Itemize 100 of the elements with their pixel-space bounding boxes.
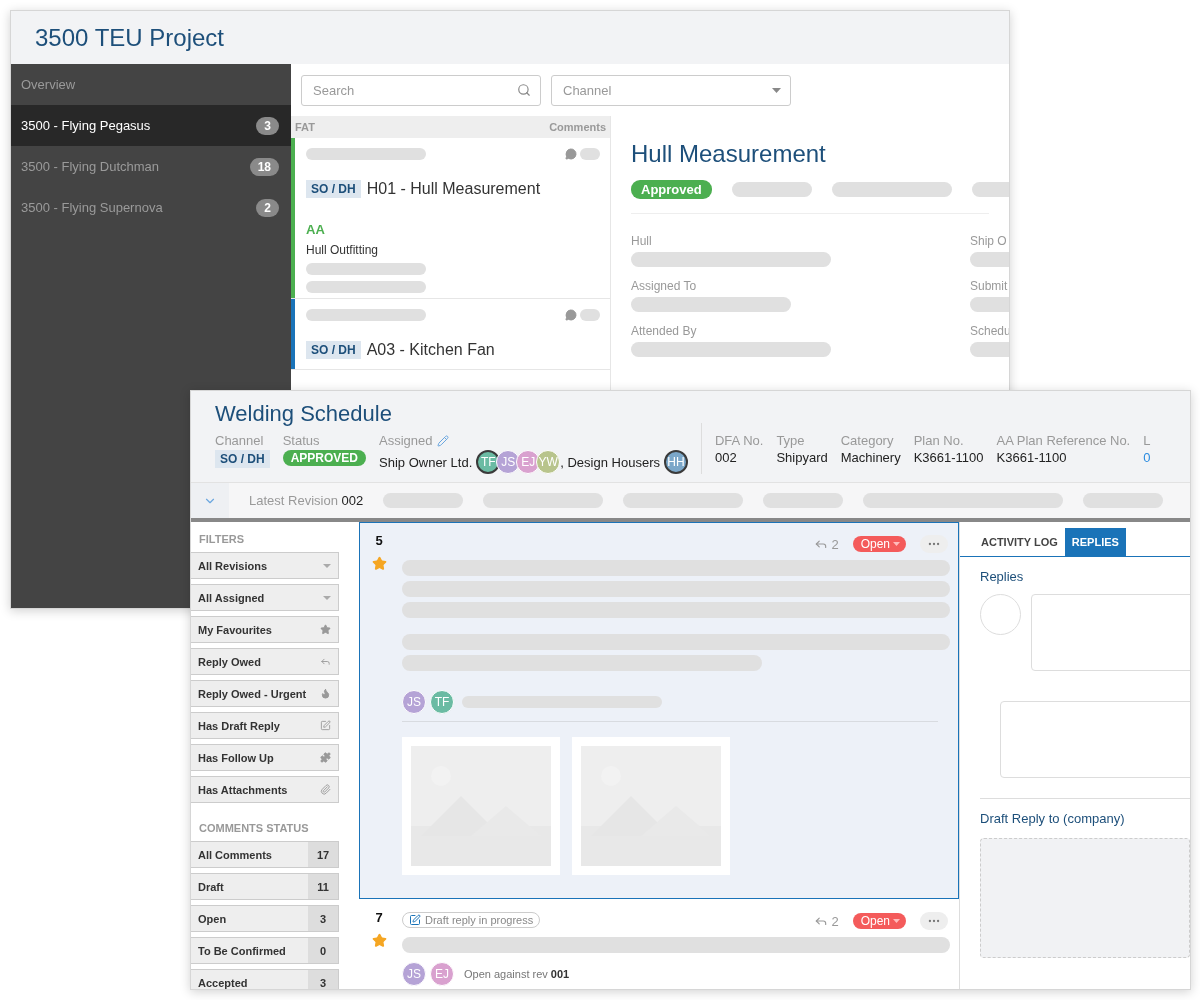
star-icon[interactable] bbox=[371, 556, 387, 571]
filter-button[interactable]: All Revisions bbox=[191, 552, 339, 579]
flame-icon bbox=[320, 688, 331, 699]
edit-icon bbox=[320, 720, 331, 731]
avatar: JS bbox=[402, 962, 426, 986]
field-value: Shipyard bbox=[776, 450, 828, 465]
tab[interactable]: REPLIES bbox=[1064, 528, 1126, 556]
status-filter[interactable]: Draft 11 bbox=[191, 873, 339, 900]
avatar: TF bbox=[430, 690, 454, 714]
channel-dropdown[interactable]: Channel bbox=[551, 74, 791, 106]
company-name: , Design Housers bbox=[560, 454, 660, 470]
status-filter[interactable]: Accepted 3 bbox=[191, 969, 339, 989]
window-title: Welding Schedule bbox=[215, 401, 393, 427]
section-heading: COMMENTS STATUS bbox=[198, 822, 310, 834]
reply-count: 2 bbox=[814, 913, 839, 929]
sidebar-item[interactable]: 3500 - Flying Supernova 2 bbox=[11, 187, 291, 228]
placeholder-bar bbox=[580, 309, 600, 321]
filter-button[interactable]: Has Follow Up bbox=[191, 744, 339, 771]
field-label: Hull bbox=[631, 234, 653, 248]
comment-note: Open against rev 001 bbox=[464, 968, 570, 980]
field-value: Machinery bbox=[840, 450, 901, 465]
sidebar-item[interactable]: 3500 - Flying Dutchman 18 bbox=[11, 146, 291, 187]
field-value: K3661-1100 bbox=[996, 450, 1067, 465]
comment-number: 7 bbox=[375, 910, 383, 925]
filter-button[interactable]: Reply Owed - Urgent bbox=[191, 680, 339, 707]
edit-icon[interactable] bbox=[436, 434, 449, 447]
count-badge: 18 bbox=[249, 157, 279, 176]
draft-reply-field[interactable] bbox=[980, 838, 1190, 958]
avatar: EJ bbox=[430, 962, 454, 986]
field-label: Assigned To bbox=[631, 279, 698, 293]
filter-button[interactable]: Has Draft Reply bbox=[191, 712, 339, 739]
filter-button[interactable]: Reply Owed bbox=[191, 648, 339, 675]
field-label: Plan No. bbox=[913, 433, 965, 448]
attachment-thumbnail[interactable] bbox=[402, 737, 560, 875]
channel-tag: SO / DH bbox=[215, 450, 270, 468]
reply-icon bbox=[320, 656, 331, 667]
reply-count: 2 bbox=[814, 536, 839, 552]
filter-button[interactable]: Has Attachments bbox=[191, 776, 339, 803]
window-title: 3500 TEU Project bbox=[35, 23, 224, 52]
list-card[interactable]: SO / DH H01 - Hull Measurement AA Hull Outfitting bbox=[291, 138, 610, 299]
field-value: K3661-1100 bbox=[913, 450, 984, 465]
puzzle-icon bbox=[320, 752, 331, 763]
filter-button[interactable]: All Assigned bbox=[191, 584, 339, 611]
section-heading: Draft Reply to (company) bbox=[980, 811, 1126, 826]
column-header: FAT bbox=[295, 121, 315, 133]
field-label: DFA No. bbox=[714, 433, 764, 448]
field-label: Channel bbox=[215, 433, 265, 448]
filter-button[interactable]: My Favourites bbox=[191, 616, 339, 643]
more-button[interactable] bbox=[920, 912, 948, 930]
star-icon bbox=[320, 624, 331, 635]
status-filter[interactable]: Open 3 bbox=[191, 905, 339, 932]
comment-icon bbox=[565, 309, 577, 321]
status-filter[interactable]: To Be Confirmed 0 bbox=[191, 937, 339, 964]
caret-icon bbox=[890, 918, 902, 924]
card-title: H01 - Hull Measurement bbox=[366, 180, 541, 198]
avatar: YW bbox=[536, 450, 561, 474]
field-label: L bbox=[1143, 433, 1151, 448]
list-card[interactable]: SO / DH A03 - Kitchen Fan bbox=[291, 299, 610, 370]
field-label: Attended By bbox=[631, 324, 698, 338]
field-value: 002 bbox=[714, 450, 737, 465]
status-filter[interactable]: All Comments 17 bbox=[191, 841, 339, 868]
count-badge: 2 bbox=[256, 198, 279, 217]
avatar: HH bbox=[663, 450, 688, 474]
field-label: Type bbox=[776, 433, 806, 448]
sidebar-item[interactable]: 3500 - Flying Pegasus 3 bbox=[11, 105, 291, 146]
field-label: Category bbox=[840, 433, 895, 448]
more-button[interactable] bbox=[920, 535, 948, 553]
caret-icon bbox=[890, 541, 902, 547]
avatar: JS bbox=[402, 690, 426, 714]
comment-icon bbox=[565, 148, 577, 160]
field-label: Submit bbox=[970, 279, 1009, 293]
attachment-thumbnail[interactable] bbox=[572, 737, 730, 875]
section-heading: Replies bbox=[980, 569, 1025, 584]
status-badge: Approved bbox=[631, 180, 712, 199]
status-badge: APPROVED bbox=[282, 450, 367, 466]
paperclip-icon bbox=[320, 784, 331, 795]
detail-title: Hull Measurement bbox=[631, 140, 827, 168]
placeholder-bar bbox=[580, 148, 600, 160]
caret-icon bbox=[323, 563, 331, 568]
caret-icon bbox=[772, 87, 781, 93]
search-icon bbox=[517, 83, 531, 97]
card-subtitle: Hull Outfitting bbox=[306, 243, 380, 257]
section-heading: FILTERS bbox=[198, 533, 245, 545]
company-name: Ship Owner Ltd. bbox=[379, 454, 473, 470]
field-label: Status bbox=[282, 433, 321, 448]
field-label: Assigned bbox=[379, 433, 433, 448]
discipline-label: AA bbox=[306, 222, 326, 237]
comment-number: 5 bbox=[375, 533, 383, 548]
field-label: Ship O bbox=[970, 234, 1008, 248]
tab[interactable]: ACTIVITY LOG bbox=[974, 528, 1065, 556]
search-field[interactable]: Search bbox=[301, 74, 541, 106]
count-badge: 3 bbox=[256, 116, 279, 135]
revision-label: Latest Revision 002 bbox=[249, 493, 364, 508]
column-header: Comments bbox=[549, 121, 606, 133]
caret-icon bbox=[323, 595, 331, 600]
field-label: AA Plan Reference No. bbox=[996, 433, 1131, 448]
comment-card[interactable]: 5 2 Open JS TF bbox=[359, 522, 959, 899]
card-title: A03 - Kitchen Fan bbox=[366, 341, 495, 359]
star-icon[interactable] bbox=[371, 933, 387, 948]
overview-link[interactable]: Overview bbox=[21, 77, 76, 92]
